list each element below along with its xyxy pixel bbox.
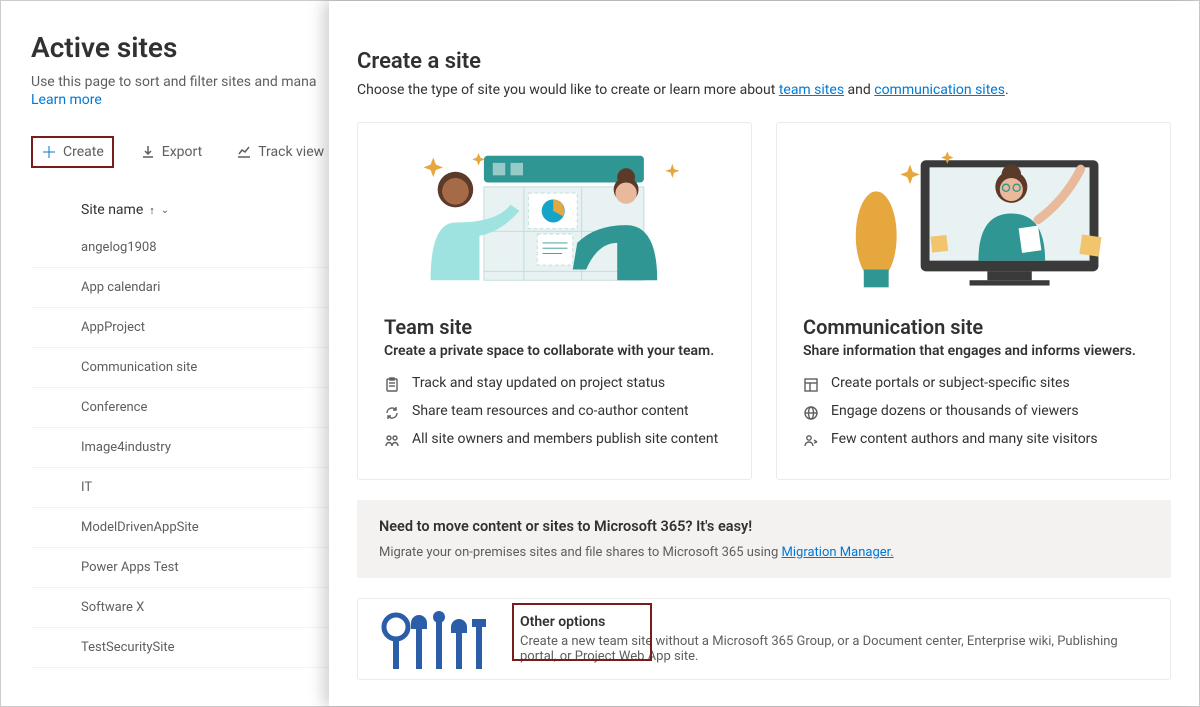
create-button-label: Create: [63, 144, 104, 160]
create-button[interactable]: Create: [31, 136, 114, 168]
other-options-text: Other options Create a new team site wit…: [520, 614, 1140, 664]
migrate-text-prefix: Migrate your on-premises sites and file …: [379, 545, 782, 560]
person-icon: [803, 433, 819, 449]
column-site-name-label: Site name: [81, 202, 143, 218]
team-site-card[interactable]: Team site Create a private space to coll…: [357, 122, 752, 480]
team-feature-2: Share team resources and co-author conte…: [384, 403, 725, 421]
chevron-down-icon: ⌄: [161, 205, 169, 216]
comm-site-illustration: [777, 123, 1170, 303]
migrate-text: Migrate your on-premises sites and file …: [379, 545, 1149, 560]
communication-sites-link[interactable]: communication sites: [874, 82, 1005, 98]
export-button[interactable]: Export: [132, 138, 210, 166]
comm-feature-2-text: Engage dozens or thousands of viewers: [831, 403, 1079, 419]
plus-icon: [41, 144, 57, 160]
team-feature-3-text: All site owners and members publish site…: [412, 431, 718, 447]
layout-icon: [803, 377, 819, 393]
export-button-label: Export: [162, 144, 202, 160]
team-card-body: Team site Create a private space to coll…: [358, 303, 751, 449]
track-view-button-label: Track view: [258, 144, 324, 160]
chart-icon: [236, 144, 252, 160]
tools-illustration: [378, 609, 498, 669]
comm-feature-3-text: Few content authors and many site visito…: [831, 431, 1098, 447]
other-options-card[interactable]: Other options Create a new team site wit…: [357, 598, 1171, 680]
team-feature-2-text: Share team resources and co-author conte…: [412, 403, 689, 419]
comm-feature-3: Few content authors and many site visito…: [803, 431, 1144, 449]
comm-feature-2: Engage dozens or thousands of viewers: [803, 403, 1144, 421]
panel-subtitle-text: Choose the type of site you would like t…: [357, 82, 779, 98]
comm-card-title: Communication site: [803, 315, 1144, 339]
migrate-title: Need to move content or sites to Microso…: [379, 518, 1149, 535]
download-icon: [140, 144, 156, 160]
track-view-button[interactable]: Track view: [228, 138, 332, 166]
panel-subtitle-mid: and: [844, 82, 874, 98]
panel-subtitle-suffix: .: [1005, 82, 1009, 98]
card-row: Team site Create a private space to coll…: [357, 122, 1171, 480]
team-feature-1: Track and stay updated on project status: [384, 375, 725, 393]
sort-ascending-icon: ↑: [149, 204, 155, 217]
communication-site-card[interactable]: Communication site Share information tha…: [776, 122, 1171, 480]
panel-title: Create a site: [357, 49, 1171, 74]
team-card-title: Team site: [384, 315, 725, 339]
sync-icon: [384, 405, 400, 421]
comm-feature-1-text: Create portals or subject-specific sites: [831, 375, 1070, 391]
comm-feature-1: Create portals or subject-specific sites: [803, 375, 1144, 393]
team-feature-3: All site owners and members publish site…: [384, 431, 725, 449]
migrate-banner: Need to move content or sites to Microso…: [357, 500, 1171, 578]
comm-card-desc: Share information that engages and infor…: [803, 343, 1144, 359]
globe-icon: [803, 405, 819, 421]
column-site-name[interactable]: Site name ↑ ⌄: [81, 202, 169, 218]
clipboard-icon: [384, 377, 400, 393]
team-site-illustration: [358, 123, 751, 303]
create-site-panel: Create a site Choose the type of site yo…: [329, 1, 1199, 706]
other-options-title: Other options: [520, 614, 1140, 630]
people-icon: [384, 433, 400, 449]
comm-card-body: Communication site Share information tha…: [777, 303, 1170, 449]
team-sites-link[interactable]: team sites: [779, 82, 844, 98]
panel-subtitle: Choose the type of site you would like t…: [357, 82, 1171, 98]
other-options-desc: Create a new team site without a Microso…: [520, 634, 1140, 664]
team-card-desc: Create a private space to collaborate wi…: [384, 343, 725, 359]
team-feature-1-text: Track and stay updated on project status: [412, 375, 665, 391]
migration-manager-link[interactable]: Migration Manager.: [782, 545, 894, 560]
